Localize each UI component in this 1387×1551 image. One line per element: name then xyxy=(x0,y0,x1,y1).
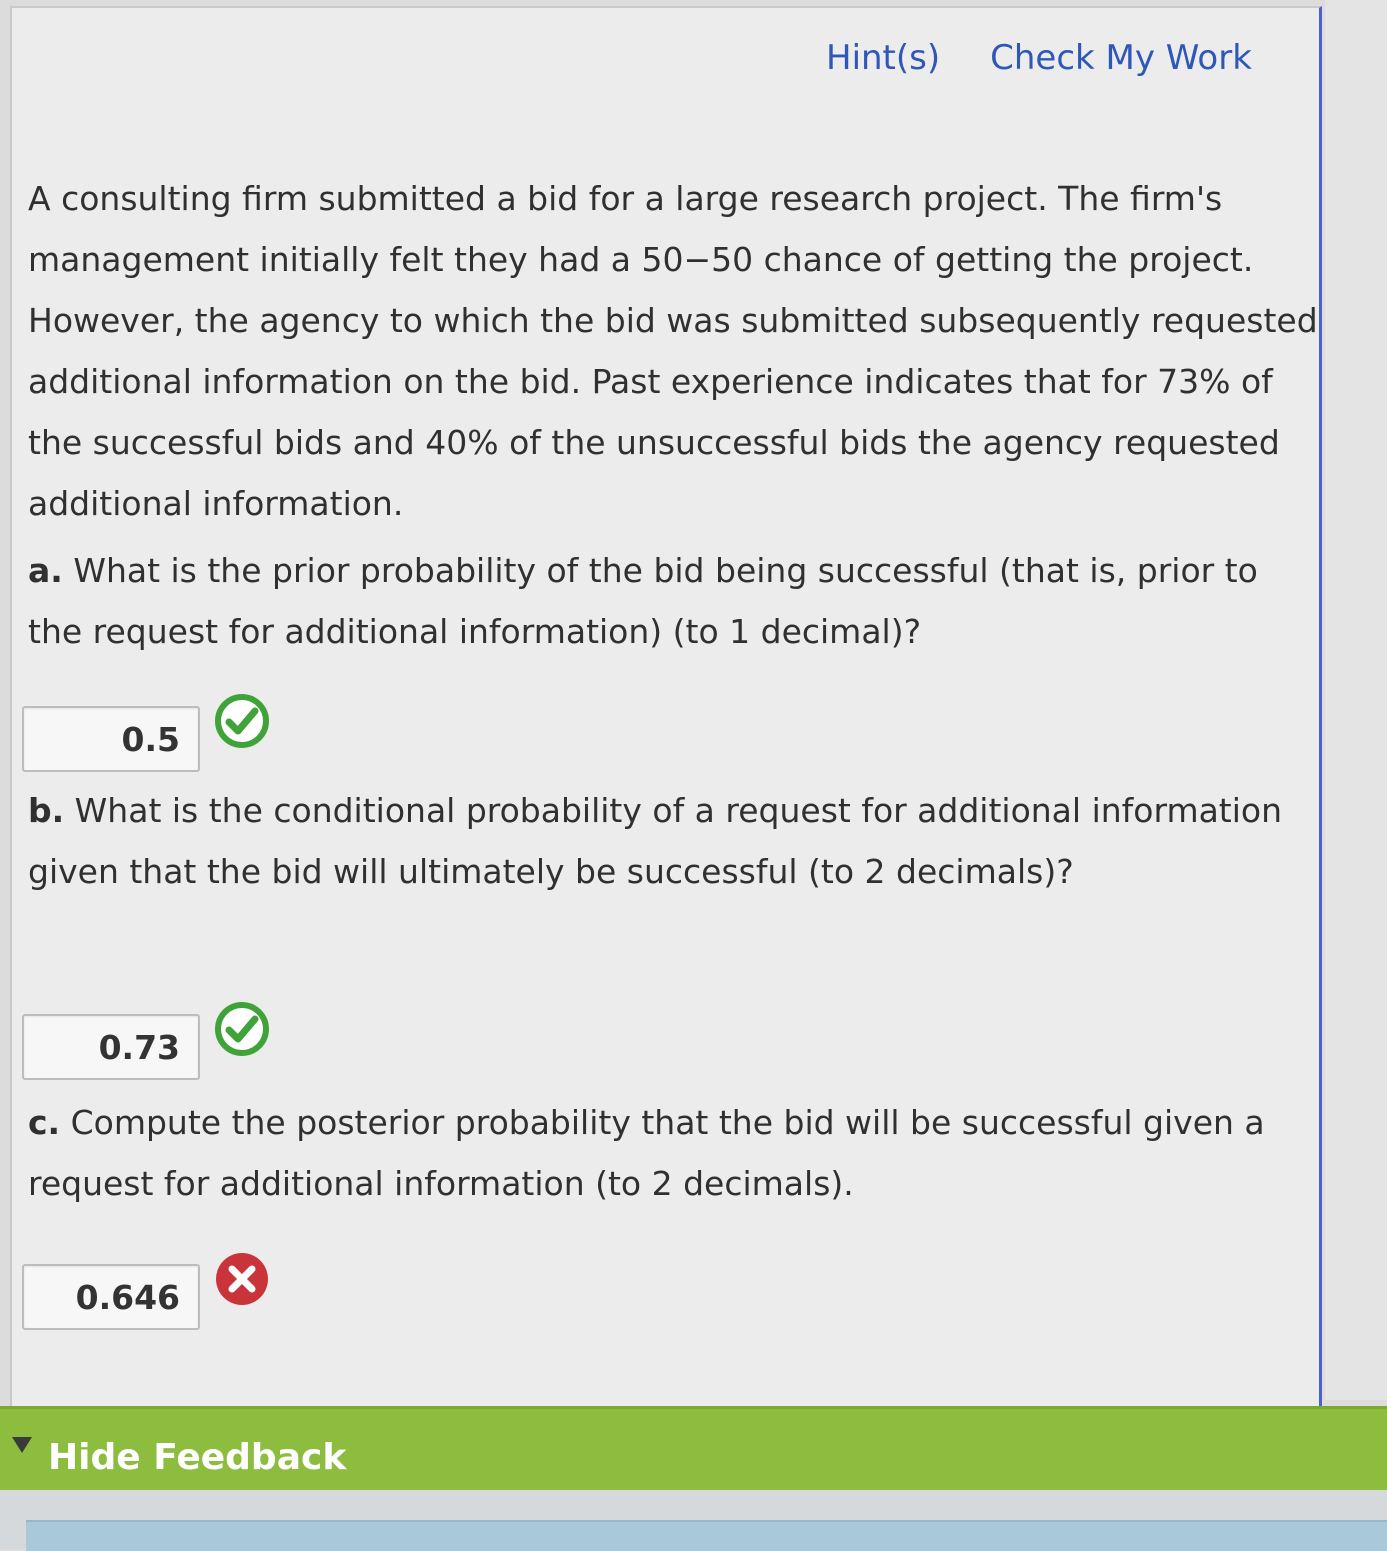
feedback-bar: Hide Feedback xyxy=(0,1406,1387,1490)
answer-input-a[interactable]: 0.5 xyxy=(22,706,200,772)
question-a-text: What is the prior probability of the bid… xyxy=(28,551,1258,651)
answer-row-c: 0.646 xyxy=(22,1253,270,1330)
correct-check-icon xyxy=(215,1002,269,1056)
question-b: b. What is the conditional probability o… xyxy=(28,780,1318,902)
feedback-content-area xyxy=(0,1490,1387,1551)
check-my-work-link[interactable]: Check My Work xyxy=(990,38,1252,78)
incorrect-x-icon xyxy=(216,1253,268,1305)
answer-row-b: 0.73 xyxy=(22,1002,270,1080)
page-margin xyxy=(1325,0,1387,1400)
answer-input-c[interactable]: 0.646 xyxy=(22,1264,200,1330)
hide-feedback-toggle[interactable]: Hide Feedback xyxy=(48,1437,346,1478)
answer-input-b[interactable]: 0.73 xyxy=(22,1014,200,1080)
hints-link[interactable]: Hint(s) xyxy=(826,38,940,78)
question-a: a. What is the prior probability of the … xyxy=(28,540,1318,662)
question-c-text: Compute the posterior probability that t… xyxy=(28,1103,1265,1203)
feedback-panel-top xyxy=(26,1520,1387,1551)
question-b-label: b. xyxy=(28,791,65,830)
problem-statement: A consulting firm submitted a bid for a … xyxy=(28,179,1318,523)
question-b-text: What is the conditional probability of a… xyxy=(28,791,1283,891)
answer-row-a: 0.5 xyxy=(22,694,270,772)
question-a-label: a. xyxy=(28,551,63,590)
question-c: c. Compute the posterior probability tha… xyxy=(28,1092,1318,1214)
question-c-label: c. xyxy=(28,1103,61,1142)
correct-check-icon xyxy=(215,694,269,748)
collapse-triangle-icon[interactable] xyxy=(12,1437,32,1453)
question-toolbar: Hint(s) Check My Work xyxy=(826,38,1252,78)
